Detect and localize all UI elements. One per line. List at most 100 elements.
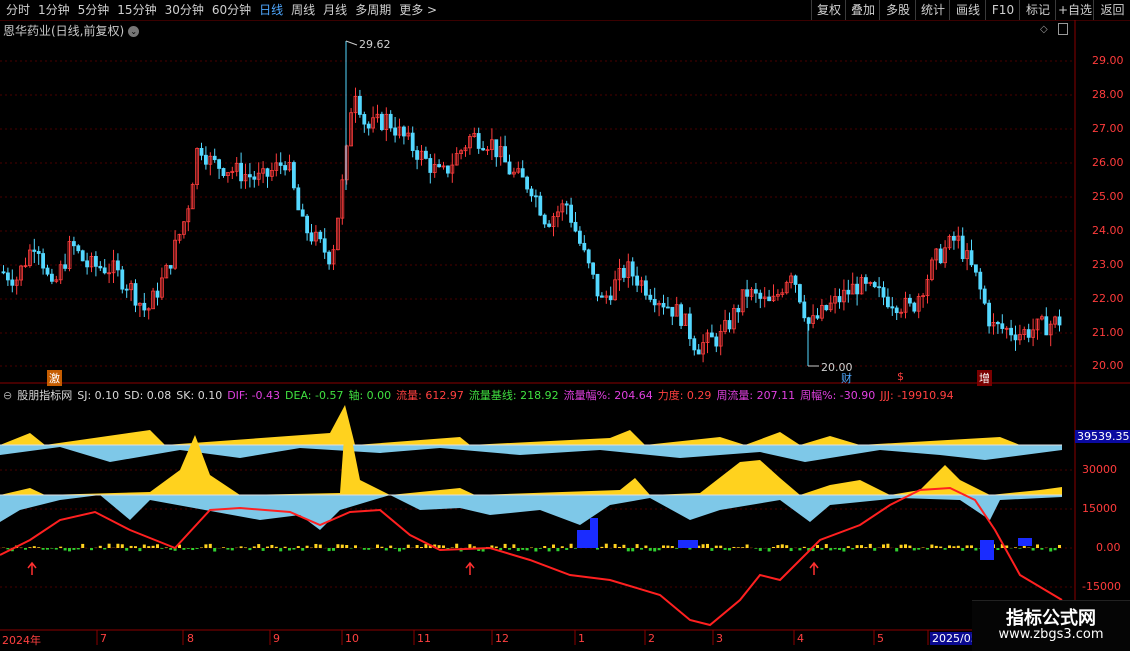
candle-body xyxy=(908,298,911,303)
histogram-bar xyxy=(1018,548,1021,549)
indicator-tick-label: -15000 xyxy=(1082,580,1121,593)
candle-body xyxy=(200,148,203,155)
candle-body xyxy=(94,256,97,266)
histogram-bar xyxy=(455,544,458,548)
candle-body xyxy=(609,296,612,300)
histogram-bar xyxy=(574,548,577,549)
histogram-bar xyxy=(706,544,709,548)
histogram-bar xyxy=(935,546,938,548)
date-axis-label: 10 xyxy=(345,632,359,645)
histogram-bar xyxy=(605,544,608,548)
price-chart[interactable] xyxy=(0,0,1130,650)
candle-body xyxy=(521,169,524,177)
histogram-bar xyxy=(297,546,300,548)
histogram-bar xyxy=(851,548,854,549)
candle-body xyxy=(402,127,405,136)
histogram-bar xyxy=(416,545,419,548)
candle-body xyxy=(543,215,546,224)
candle-body xyxy=(380,114,383,129)
histogram-bar xyxy=(37,547,40,548)
histogram-bar xyxy=(512,544,515,548)
candle-body xyxy=(622,268,625,277)
price-tick-label: 26.00 xyxy=(1092,156,1124,169)
candle-body xyxy=(218,160,221,169)
histogram-bar xyxy=(99,546,102,548)
price-high-label: 29.62 xyxy=(359,38,391,51)
histogram-bar xyxy=(306,546,309,548)
histogram-bar xyxy=(103,548,106,549)
candle-body xyxy=(1010,328,1013,335)
histogram-bar xyxy=(834,548,837,549)
date-axis-label: 2024年 xyxy=(2,632,41,648)
candle-body xyxy=(248,175,251,177)
candle-body xyxy=(1014,335,1017,340)
histogram-bar xyxy=(420,547,423,548)
candle-body xyxy=(266,169,269,177)
candle-body xyxy=(636,276,639,285)
histogram-bar xyxy=(134,546,137,548)
candle-body xyxy=(279,163,282,166)
candle-body xyxy=(424,151,427,158)
histogram-bar xyxy=(957,546,960,548)
price-tick-label: 29.00 xyxy=(1092,54,1124,67)
histogram-bar xyxy=(662,545,665,548)
candle-body xyxy=(1027,330,1030,338)
event-badge[interactable]: 财 xyxy=(839,370,854,386)
histogram-bar xyxy=(508,548,511,550)
histogram-bar xyxy=(284,547,287,548)
histogram-bar xyxy=(196,548,199,549)
histogram-bar xyxy=(288,548,291,550)
histogram-bar xyxy=(675,548,678,549)
histogram-bar xyxy=(860,545,863,548)
date-axis-label: 2 xyxy=(648,632,655,645)
histogram-bar xyxy=(50,548,53,549)
candle-body xyxy=(477,133,480,148)
candle-body xyxy=(86,261,89,267)
histogram-bar xyxy=(842,548,845,552)
candle-body xyxy=(367,124,370,128)
candle-body xyxy=(548,224,551,227)
histogram-bar xyxy=(200,547,203,548)
histogram-bar xyxy=(314,544,317,548)
histogram-bar xyxy=(644,546,647,548)
histogram-bar xyxy=(380,547,383,548)
candle-body xyxy=(394,128,397,135)
candle-body xyxy=(156,291,159,297)
event-badge[interactable]: 激 xyxy=(47,370,62,386)
histogram-bar xyxy=(1014,547,1017,548)
indicator-value: 流量: 612.97 xyxy=(396,389,464,402)
histogram-bar xyxy=(996,548,999,550)
histogram-bar xyxy=(856,545,859,548)
price-tick-label: 24.00 xyxy=(1092,224,1124,237)
candle-body xyxy=(578,231,581,243)
indicator-toggle-icon[interactable]: ⊖ xyxy=(3,389,12,402)
candle-body xyxy=(240,163,243,181)
histogram-bar xyxy=(688,548,691,550)
histogram-bar xyxy=(209,544,212,548)
event-badge[interactable]: 增 xyxy=(977,370,992,386)
event-badge[interactable]: $ xyxy=(895,370,906,383)
candle-body xyxy=(794,276,797,285)
candle-body xyxy=(592,263,595,274)
candle-body xyxy=(77,246,80,251)
histogram-bar xyxy=(279,548,282,551)
histogram-bar xyxy=(116,544,119,548)
date-axis-label: 12 xyxy=(495,632,509,645)
histogram-bar xyxy=(741,547,744,548)
histogram-bar xyxy=(182,548,185,550)
candle-body xyxy=(697,350,700,354)
volume-block xyxy=(590,518,598,548)
histogram-bar xyxy=(869,544,872,548)
price-tick-label: 20.00 xyxy=(1092,359,1124,372)
date-axis-label: 5 xyxy=(877,632,884,645)
histogram-bar xyxy=(944,548,947,550)
histogram-bar xyxy=(204,544,207,548)
candle-body xyxy=(768,297,771,301)
candle-body xyxy=(319,232,322,239)
candle-body xyxy=(644,281,647,295)
histogram-bar xyxy=(191,548,194,550)
candle-body xyxy=(301,210,304,216)
histogram-bar xyxy=(570,544,573,548)
histogram-bar xyxy=(926,548,929,549)
flow-area-upper-neg xyxy=(0,445,1062,462)
